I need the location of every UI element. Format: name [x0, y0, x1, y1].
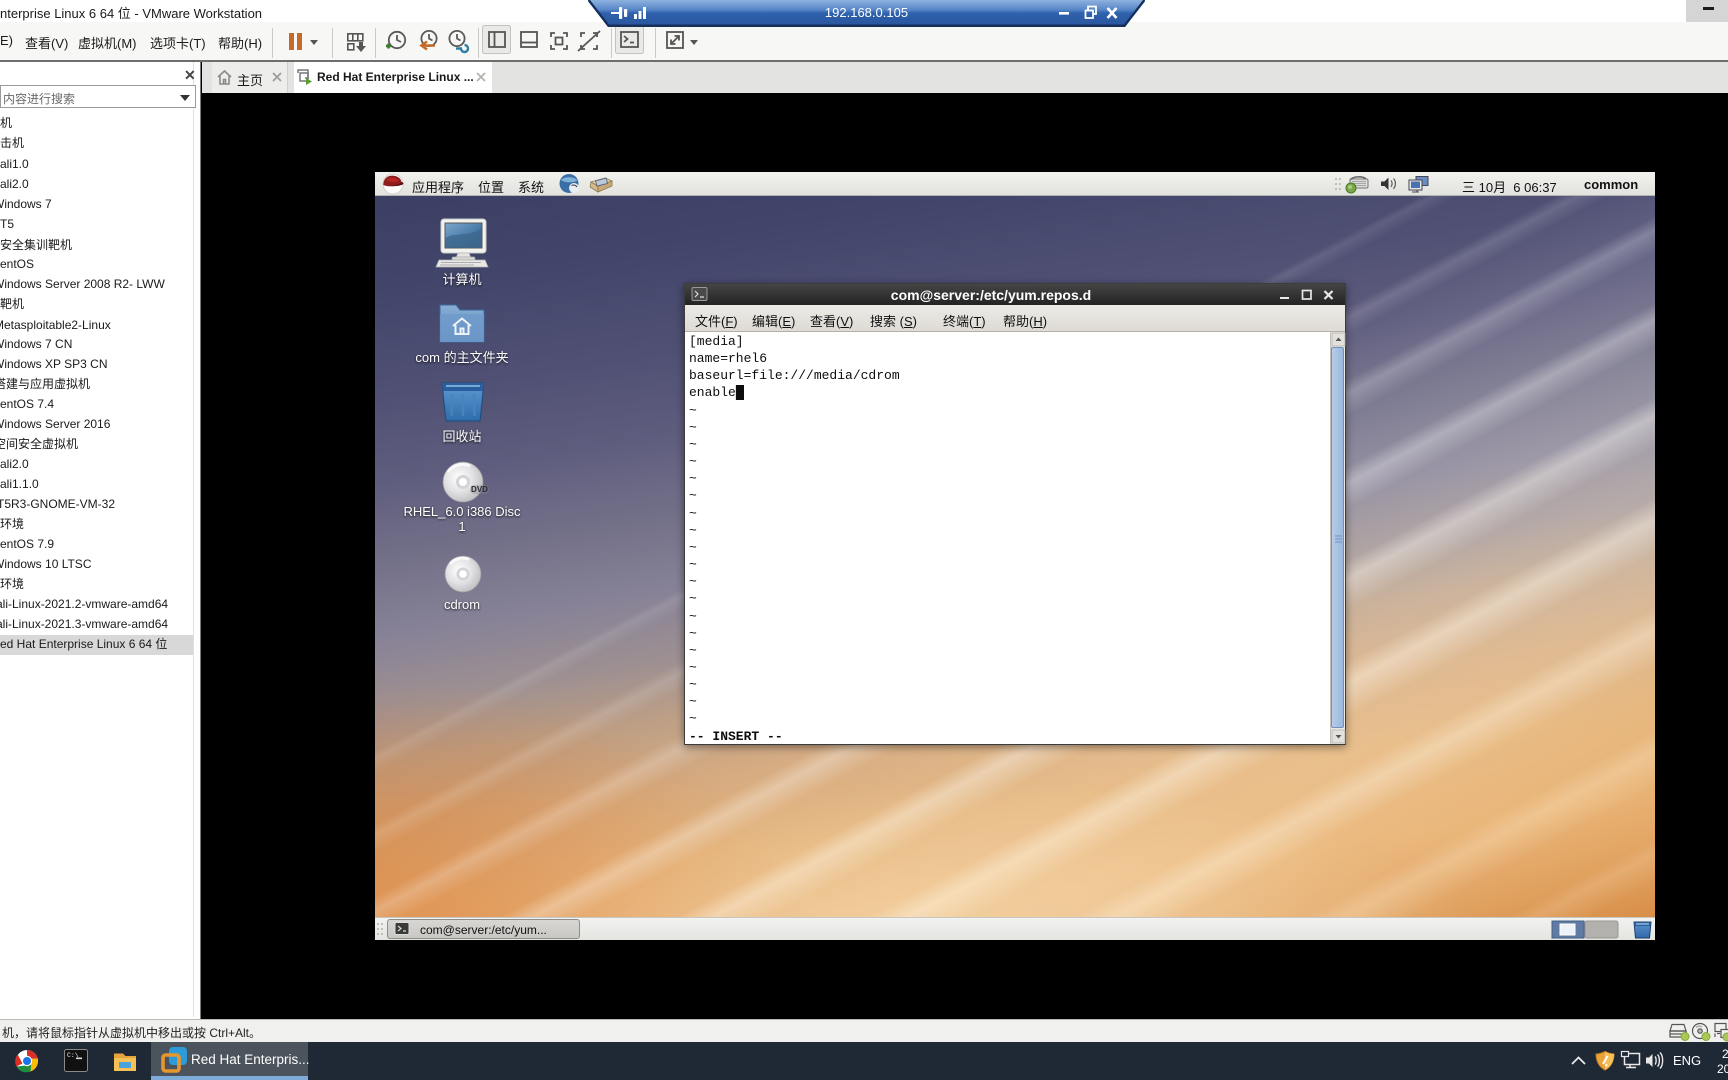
- svg-text:DVD: DVD: [471, 485, 488, 494]
